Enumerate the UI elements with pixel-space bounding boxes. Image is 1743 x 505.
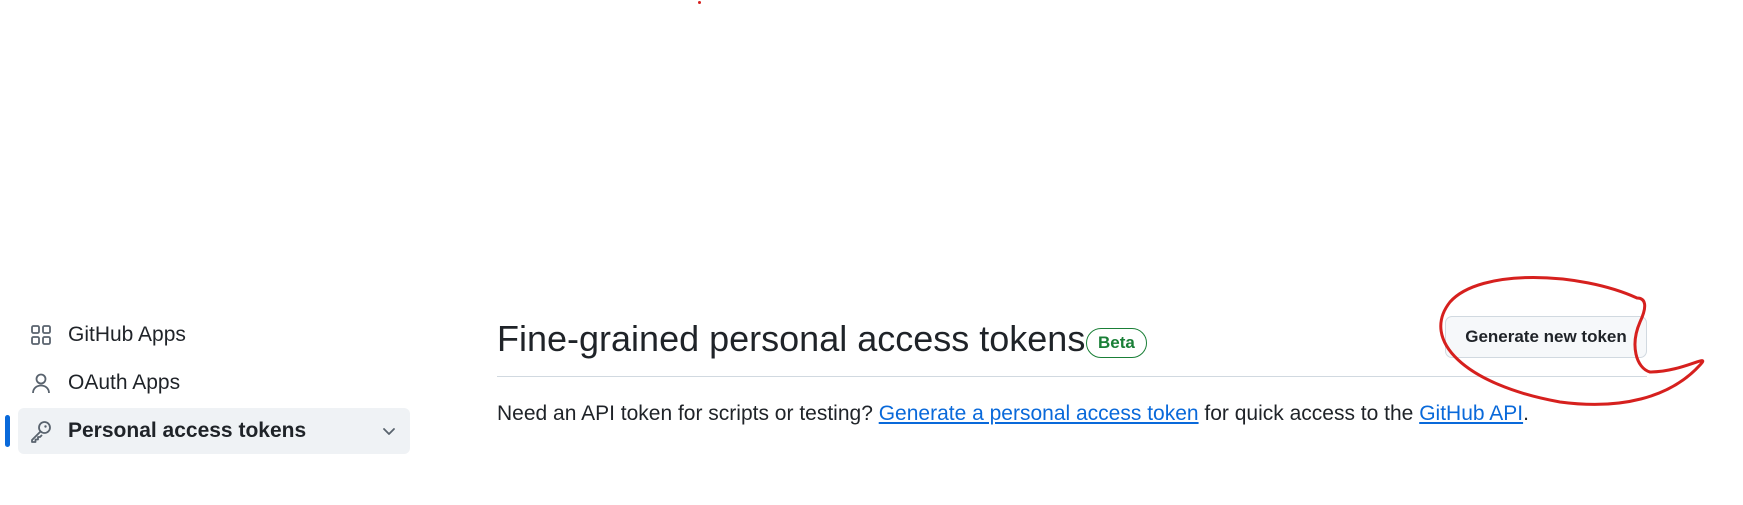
description: Need an API token for scripts or testing… <box>497 402 1529 426</box>
key-icon <box>28 418 54 444</box>
beta-badge: Beta <box>1086 328 1147 358</box>
description-text: for quick access to the <box>1198 402 1420 425</box>
settings-sidebar: GitHub Apps OAuth Apps Personal access t <box>0 312 430 456</box>
generate-new-token-button[interactable]: Generate new token <box>1445 316 1647 358</box>
apps-grid-icon <box>28 322 54 348</box>
sidebar-item-label: OAuth Apps <box>68 371 181 394</box>
person-icon <box>28 370 54 396</box>
chevron-down-icon[interactable] <box>380 422 398 440</box>
active-indicator <box>5 415 10 447</box>
page-header: Fine-grained personal access tokens Beta… <box>497 316 1647 377</box>
sidebar-item-github-apps[interactable]: GitHub Apps <box>18 312 410 358</box>
sidebar-item-oauth-apps[interactable]: OAuth Apps <box>18 360 410 406</box>
generate-token-link[interactable]: Generate a personal access token <box>879 402 1199 425</box>
description-text: Need an API token for scripts or testing… <box>497 402 879 425</box>
description-text: . <box>1523 402 1529 425</box>
annotation-dot <box>698 1 701 4</box>
sidebar-item-personal-access-tokens[interactable]: Personal access tokens <box>5 408 410 454</box>
sidebar-item-label: Personal access tokens <box>68 419 307 442</box>
page-title: Fine-grained personal access tokens <box>497 318 1086 359</box>
sidebar-item-label: GitHub Apps <box>68 323 186 346</box>
page: GitHub Apps OAuth Apps Personal access t <box>0 0 1743 505</box>
github-api-link[interactable]: GitHub API <box>1419 402 1523 425</box>
